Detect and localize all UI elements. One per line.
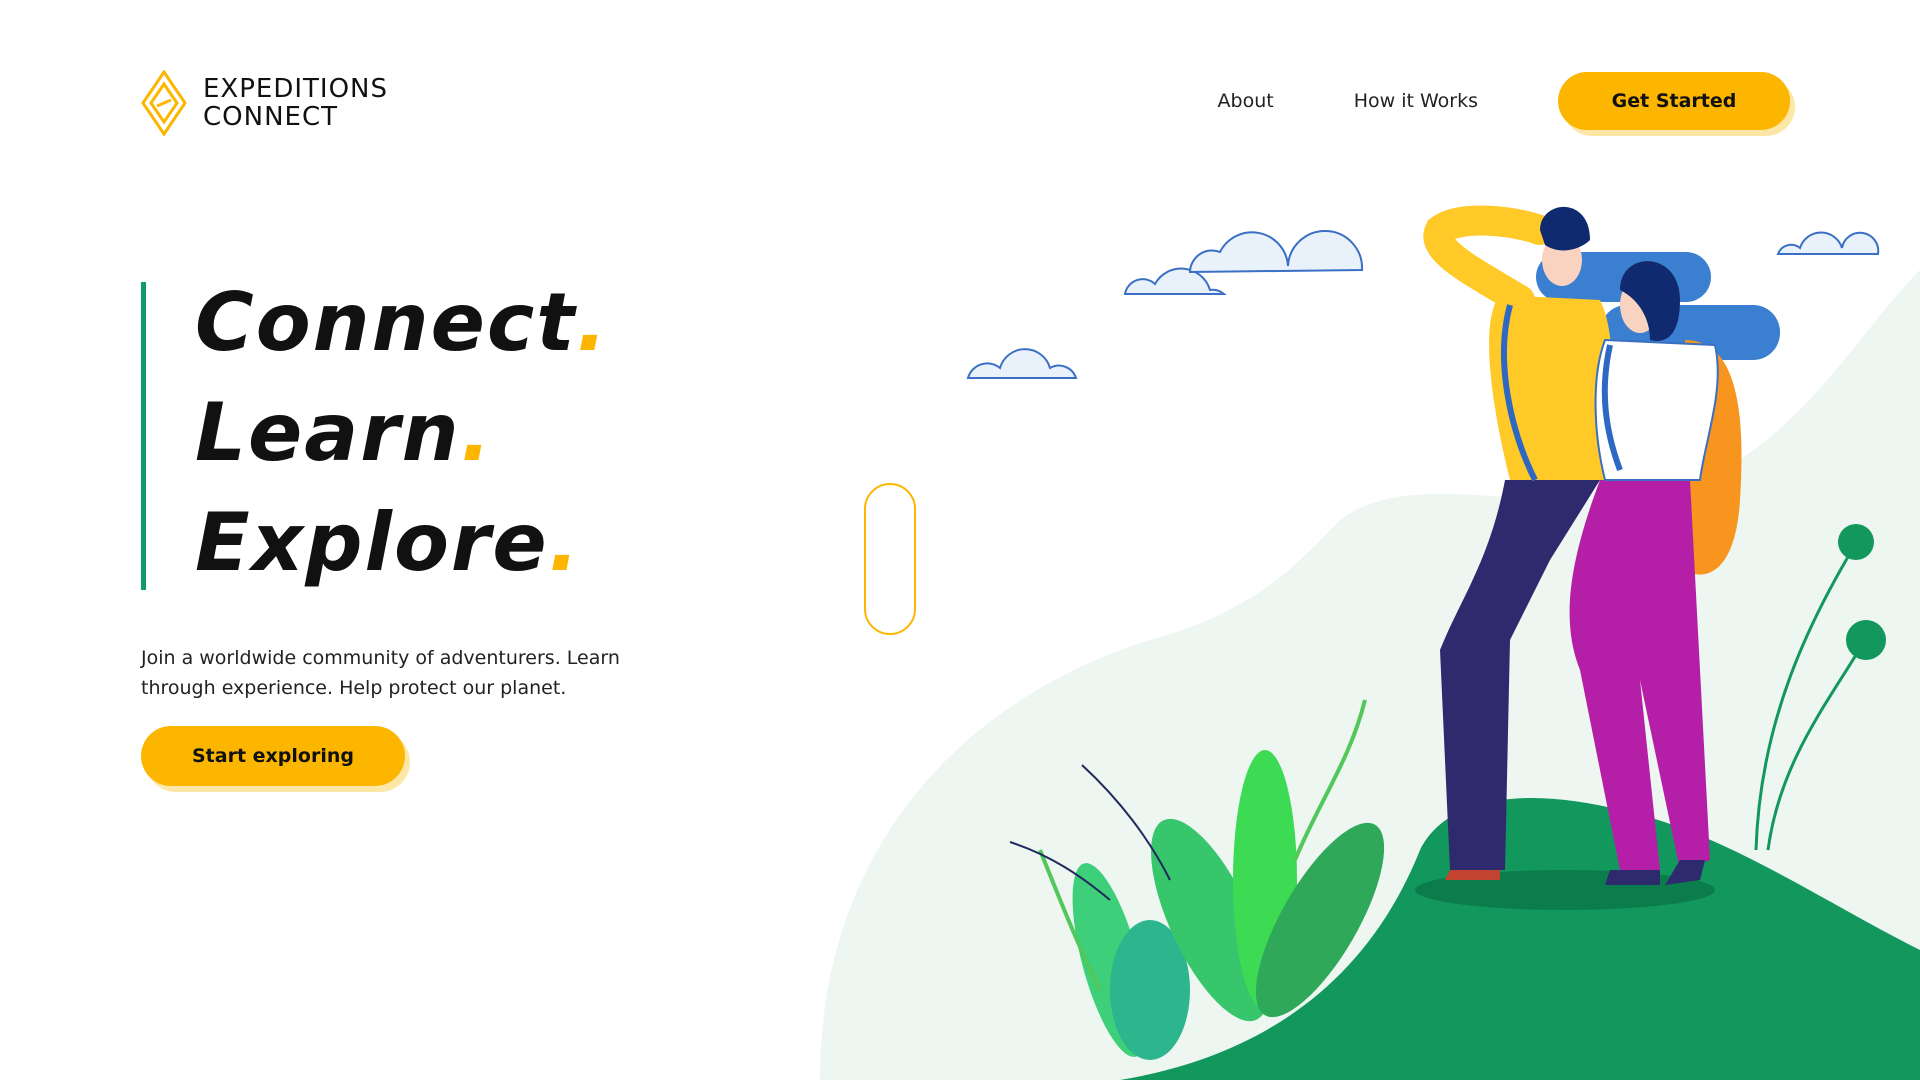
brand-line-2: CONNECT xyxy=(203,102,338,132)
plant-bulb-shape xyxy=(1838,524,1874,560)
hikers-illustration xyxy=(1415,205,1780,910)
plant-icon xyxy=(1754,544,1867,851)
top-nav: About How it Works Get Started xyxy=(1218,72,1790,130)
plant-icon xyxy=(1009,699,1385,1060)
hill-shape xyxy=(1120,798,1920,1080)
get-started-button[interactable]: Get Started xyxy=(1558,72,1790,130)
diamond-logo-icon xyxy=(141,70,187,136)
nav-how-it-works-link[interactable]: How it Works xyxy=(1354,90,1478,112)
headline-line-connect: Connect. xyxy=(195,276,609,369)
plant-bulb-shape xyxy=(1846,620,1886,660)
pill-outline-shape xyxy=(864,483,916,635)
cloud-icon xyxy=(1123,229,1364,295)
brand-wordmark: EXPEDITIONS CONNECT xyxy=(203,75,388,131)
headline-line-explore: Explore. xyxy=(195,496,581,589)
hero-headline: Connect. Learn. Explore. xyxy=(195,268,609,598)
brand-logo[interactable]: EXPEDITIONS CONNECT xyxy=(141,70,388,136)
cloud-icon xyxy=(1776,231,1880,255)
background-blob xyxy=(820,270,1920,1080)
start-exploring-button[interactable]: Start exploring xyxy=(141,726,405,786)
cloud-icon xyxy=(966,348,1078,379)
hero-subtext: Join a worldwide community of adventurer… xyxy=(141,647,620,699)
brand-line-1: EXPEDITIONS xyxy=(203,74,389,104)
nav-about-link[interactable]: About xyxy=(1218,90,1274,112)
headline-line-learn: Learn. xyxy=(195,386,494,479)
hero-accent-bar xyxy=(141,282,146,590)
